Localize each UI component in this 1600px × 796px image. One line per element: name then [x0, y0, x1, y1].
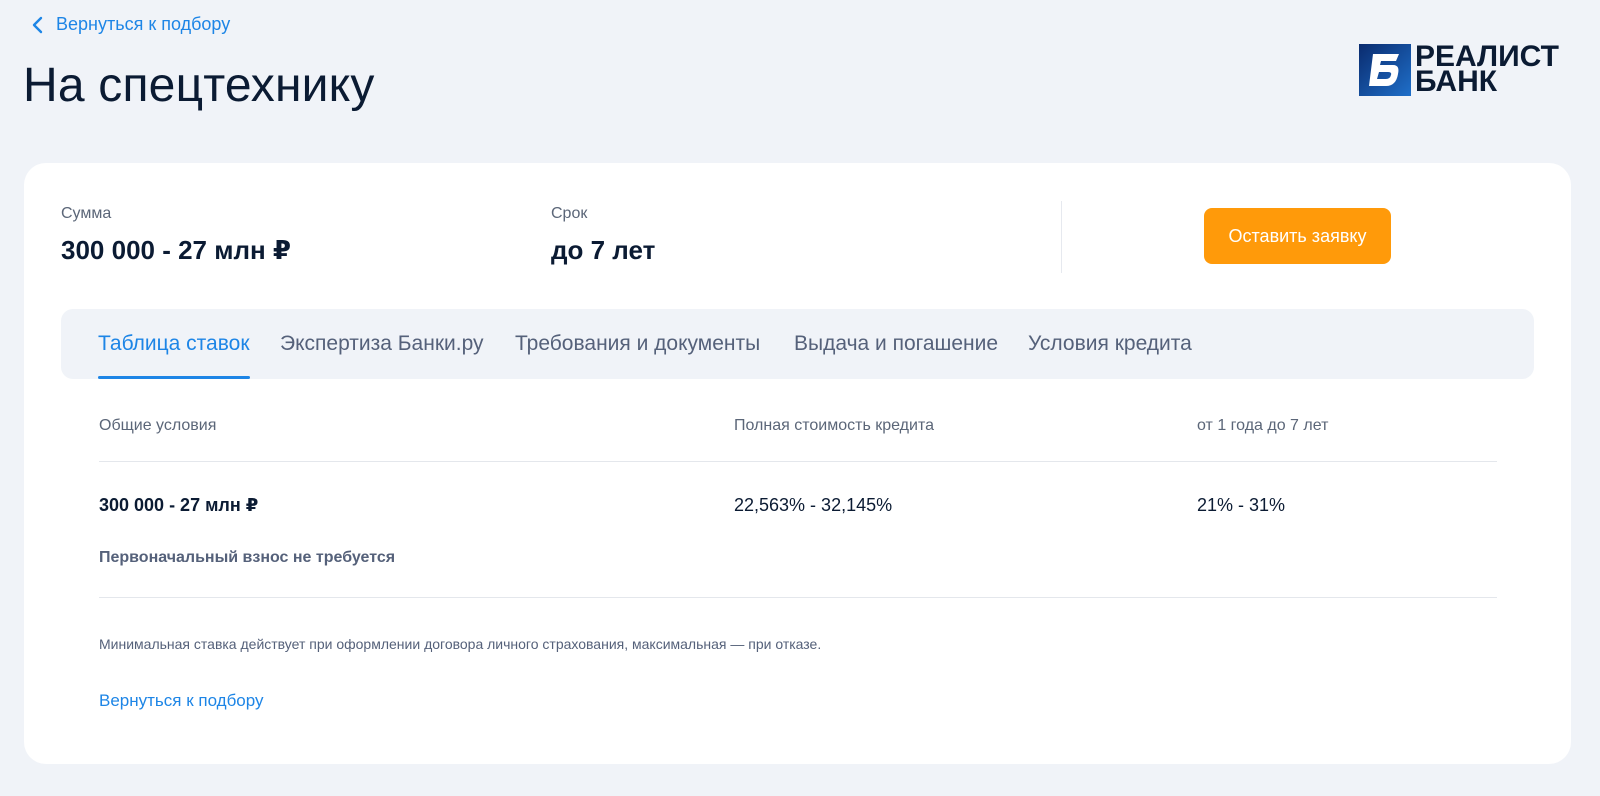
page-title: На спецтехнику [23, 59, 375, 112]
apply-button[interactable]: Оставить заявку [1204, 208, 1391, 264]
tab-expertise[interactable]: Экспертиза Банки.ру [280, 309, 484, 379]
loan-card: Сумма 300 000 - 27 млн ₽ Срок до 7 лет О… [24, 163, 1571, 764]
back-link-label: Вернуться к подбору [56, 14, 231, 34]
term-value: до 7 лет [551, 235, 656, 265]
bank-logo-mark-icon [1359, 44, 1411, 96]
tab-rates-table[interactable]: Таблица ставок [98, 309, 250, 379]
table-divider [99, 461, 1497, 462]
amount-value: 300 000 - 27 млн ₽ [61, 235, 292, 265]
amount-label: Сумма [61, 205, 112, 222]
bank-logo-text: РЕАЛИСТ БАНК [1415, 42, 1559, 98]
header-full-cost: Полная стоимость кредита [734, 417, 934, 434]
page: Вернуться к подбору На спецтехнику РЕАЛИ… [0, 0, 1600, 796]
term-field: Срок до 7 лет [551, 205, 655, 266]
back-to-selection-link[interactable]: Вернуться к подбору [30, 14, 230, 35]
row-note: Первоначальный взнос не требуется [99, 549, 396, 566]
rate-footnote: Минимальная ставка действует при оформле… [99, 636, 822, 652]
tab-requirements[interactable]: Требования и документы [515, 309, 760, 379]
amount-field: Сумма 300 000 - 27 млн ₽ [61, 205, 291, 266]
term-label: Срок [551, 205, 588, 222]
chevron-left-icon [32, 16, 43, 33]
back-to-selection-bottom-link[interactable]: Вернуться к подбору [99, 691, 264, 711]
tabs-bar: Таблица ставок Экспертиза Банки.ру Требо… [61, 309, 1534, 379]
header-term-range: от 1 года до 7 лет [1197, 417, 1329, 434]
header-general-conditions: Общие условия [99, 417, 217, 434]
tab-conditions[interactable]: Условия кредита [1028, 309, 1192, 379]
bank-logo: РЕАЛИСТ БАНК [1359, 42, 1559, 98]
row-full-cost: 22,563% - 32,145% [734, 495, 893, 515]
summary-divider [1061, 201, 1062, 273]
tab-issuance[interactable]: Выдача и погашение [794, 309, 998, 379]
row-amount: 300 000 - 27 млн ₽ [99, 495, 259, 515]
loan-summary: Сумма 300 000 - 27 млн ₽ Срок до 7 лет О… [24, 163, 1571, 303]
bank-logo-line2: БАНК [1415, 65, 1498, 98]
table-divider [99, 597, 1497, 598]
row-rate: 21% - 31% [1197, 495, 1286, 515]
